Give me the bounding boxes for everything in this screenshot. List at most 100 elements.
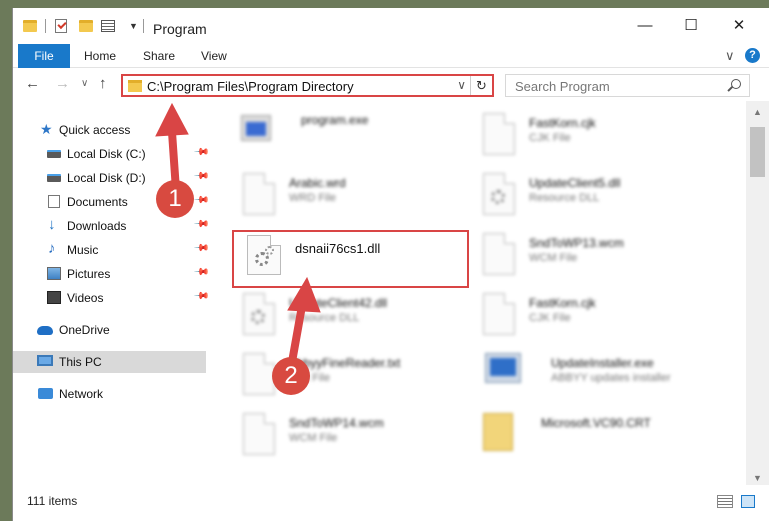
file-icon [483,233,515,275]
recent-locations-button[interactable]: ∨ [81,78,88,89]
sidebar-item-network[interactable]: Network [13,383,206,405]
window-title: Program [153,21,207,37]
search-icon[interactable] [731,79,741,89]
file-type: CJK File [529,312,571,324]
navigation-bar: ← → ∨ ↑ C:\Program Files\Program Directo… [13,69,769,101]
list-item[interactable]: Arabic.wrd WRD File [219,165,459,221]
properties-check-icon[interactable] [55,19,67,33]
step-1-badge: 1 [156,180,194,218]
address-bar[interactable]: C:\Program Files\Program Directory ∨ ↻ [121,74,494,97]
list-item[interactable]: UpdateInstaller.exe ABBYY updates instal… [459,345,699,401]
item-count: 111 items [27,494,78,508]
list-item[interactable]: AbbyyFineReader.txt Text File [219,345,459,401]
maximize-button[interactable]: ☐ [677,16,705,36]
sidebar-item-label: Downloads [67,219,127,233]
sidebar-item-label: Local Disk (D:) [67,171,146,185]
file-name: FastKorn.cjk [529,116,596,130]
list-item[interactable]: FastKorn.cjk CJK File [459,285,699,341]
pin-icon[interactable]: 📌 [193,168,210,185]
tab-home[interactable]: Home [84,44,116,68]
file-name: program.exe [301,113,369,127]
file-icon [483,293,515,335]
file-name: FastKorn.cjk [529,296,596,310]
installer-icon [485,353,521,383]
sidebar-item-local-disk-c[interactable]: Local Disk (C:) 📌 [13,143,210,165]
pin-icon[interactable]: 📌 [193,192,210,209]
file-type: WRD File [289,192,337,204]
help-icon[interactable]: ? [745,48,760,63]
tiles-view-icon[interactable] [741,495,755,508]
star-icon: ★ [40,121,53,137]
list-item[interactable]: SndToWP13.wcm WCM File [459,225,699,281]
film-icon [47,291,61,304]
sidebar-item-label: This PC [59,355,102,369]
file-name: Microsoft.VC90.CRT [541,416,651,430]
quick-access-customize-icon[interactable] [101,20,115,32]
file-type: WCM File [289,432,338,444]
tab-view[interactable]: View [201,44,227,68]
file-icon [243,173,275,215]
sidebar-item-videos[interactable]: Videos 📌 [13,287,210,309]
scrollbar-thumb[interactable] [750,127,765,177]
tab-file[interactable]: File [18,44,70,68]
minimize-button[interactable]: — [631,16,659,36]
list-item[interactable]: program.exe [219,105,459,161]
pin-icon[interactable]: 📌 [193,264,210,281]
sidebar-item-pictures[interactable]: Pictures 📌 [13,263,210,285]
file-icon [243,413,275,455]
executable-icon [241,115,271,141]
list-item[interactable]: FastKorn.cjk CJK File [459,105,699,161]
new-folder-icon[interactable] [79,20,93,32]
chevron-down-icon[interactable]: ▼ [129,21,138,37]
up-button[interactable]: ↑ [99,75,107,92]
back-button[interactable]: ← [25,75,40,92]
sidebar-item-this-pc[interactable]: This PC [13,351,206,373]
sidebar-item-music[interactable]: ♪ Music 📌 [13,239,210,261]
drive-icon [47,174,61,182]
file-type: ABBYY updates installer [551,372,671,384]
refresh-button[interactable]: ↻ [470,76,492,95]
sidebar-item-label: Quick access [59,123,131,137]
file-highlight-box [232,230,469,288]
tab-share[interactable]: Share [143,44,175,68]
status-bar: 111 items [13,486,769,521]
details-view-icon[interactable] [717,495,733,508]
sidebar-item-onedrive[interactable]: OneDrive [13,319,206,341]
toolbar-separator [45,19,46,33]
toolbar-separator [143,19,144,33]
folder-icon [23,20,37,32]
pin-icon[interactable]: 📌 [193,240,210,257]
file-type: Resource DLL [529,192,600,204]
drive-icon [47,150,61,158]
sidebar-item-label: Network [59,387,104,401]
file-icon [483,113,515,155]
scroll-down-arrow-icon[interactable]: ▼ [753,473,762,483]
music-note-icon: ♪ [48,240,56,257]
sidebar-item-label: OneDrive [59,323,110,337]
list-item[interactable]: Microsoft.VC90.CRT [459,405,699,461]
pin-icon[interactable]: 📌 [193,144,210,161]
search-placeholder: Search Program [515,79,610,94]
scroll-up-arrow-icon[interactable]: ▲ [753,107,762,117]
text-file-icon [243,353,275,395]
forward-button[interactable]: → [55,75,70,92]
list-item[interactable]: UpdateClient5.dll Resource DLL [459,165,699,221]
address-dropdown-button[interactable]: ∨ [457,78,466,92]
list-item[interactable]: UpdateClient42.dll Resource DLL [219,285,459,341]
list-item[interactable]: SndToWP14.wcm WCM File [219,405,459,461]
close-button[interactable]: ✕ [725,16,753,36]
search-input[interactable]: Search Program [505,74,750,97]
step-2-badge: 2 [272,357,310,395]
address-path[interactable]: C:\Program Files\Program Directory [147,79,354,94]
sidebar-item-label: Music [67,243,99,257]
sidebar-item-label: Local Disk (C:) [67,147,146,161]
ribbon-expand-button[interactable]: ∨ [725,48,735,64]
documents-icon [48,195,60,208]
sidebar-item-quick-access[interactable]: ★ Quick access [13,119,206,141]
vertical-scrollbar[interactable]: ▲ ▼ [746,101,769,485]
sidebar-item-downloads[interactable]: ↓ Downloads 📌 [13,215,210,237]
file-name: Arabic.wrd [289,176,346,190]
file-type: Resource DLL [289,312,360,324]
pin-icon[interactable]: 📌 [193,288,210,305]
pin-icon[interactable]: 📌 [193,216,210,233]
